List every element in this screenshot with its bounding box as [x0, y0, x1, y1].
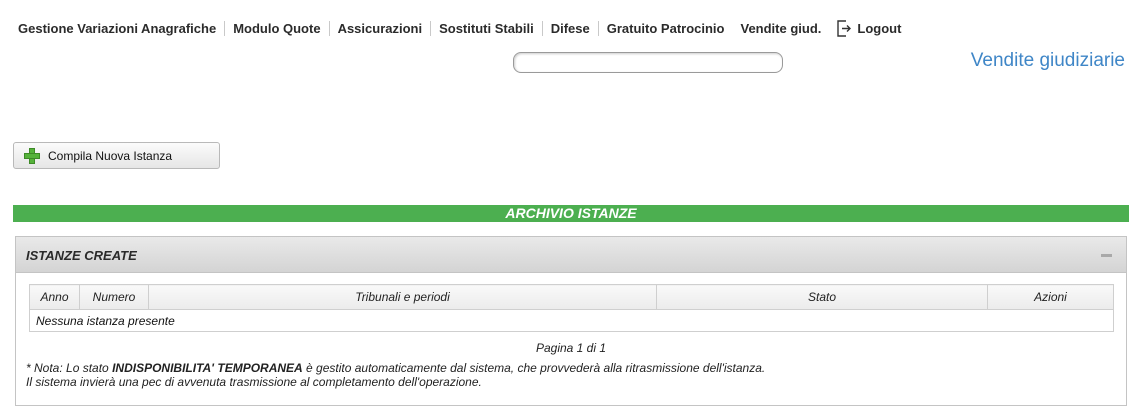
pagination-info: Pagina 1 di 1: [535, 341, 607, 355]
nav-modulo-quote[interactable]: Modulo Quote: [225, 21, 328, 36]
plus-icon: [24, 147, 40, 164]
column-header-azioni: Azioni: [987, 284, 1114, 310]
nav-difese[interactable]: Difese: [543, 21, 598, 36]
column-header-anno[interactable]: Anno: [29, 284, 80, 310]
istanze-create-panel: ISTANZE CREATE Anno Numero Tribunali e p…: [15, 236, 1127, 406]
note-emphasis: INDISPONIBILITA' TEMPORANEA: [112, 361, 303, 375]
status-note: * Nota: Lo stato INDISPONIBILITA' TEMPOR…: [26, 361, 765, 389]
column-header-stato[interactable]: Stato: [656, 284, 988, 310]
note-suffix: è gestito automaticamente dal sistema, c…: [302, 361, 766, 375]
table-header-row: Anno Numero Tribunali e periodi Stato Az…: [29, 284, 1114, 310]
empty-message: Nessuna istanza presente: [29, 309, 1114, 332]
note-line-1: * Nota: Lo stato INDISPONIBILITA' TEMPOR…: [26, 361, 765, 375]
note-prefix: * Nota: Lo stato: [26, 361, 113, 375]
column-header-tribunali[interactable]: Tribunali e periodi: [148, 284, 657, 310]
search-box[interactable]: [513, 52, 783, 73]
logout-link[interactable]: Logout: [829, 19, 902, 37]
top-navigation: Gestione Variazioni Anagrafiche Modulo Q…: [18, 14, 901, 42]
panel-title: ISTANZE CREATE: [26, 248, 137, 263]
nav-vendite-giud[interactable]: Vendite giud.: [732, 21, 829, 36]
collapse-icon[interactable]: [1101, 254, 1112, 257]
compila-nuova-istanza-button[interactable]: Compila Nuova Istanza: [13, 142, 220, 169]
table-row: Nessuna istanza presente: [29, 309, 1114, 332]
nav-assicurazioni[interactable]: Assicurazioni: [330, 21, 431, 36]
note-line-2: Il sistema invierà una pec di avvenuta t…: [26, 375, 482, 389]
search-input[interactable]: [522, 53, 776, 72]
column-header-numero[interactable]: Numero: [79, 284, 149, 310]
page-title: Vendite giudiziarie: [970, 50, 1125, 71]
archivio-istanze-bar: ARCHIVIO ISTANZE: [13, 205, 1129, 222]
logout-icon: [837, 19, 852, 37]
compila-nuova-istanza-label: Compila Nuova Istanza: [48, 148, 173, 163]
logout-label: Logout: [857, 20, 902, 36]
istanze-table: Anno Numero Tribunali e periodi Stato Az…: [29, 284, 1114, 332]
nav-gratuito-patrocinio[interactable]: Gratuito Patrocinio: [599, 21, 733, 36]
nav-gestione-variazioni-anagrafiche[interactable]: Gestione Variazioni Anagrafiche: [18, 21, 224, 36]
nav-sostituti-stabili[interactable]: Sostituti Stabili: [431, 21, 542, 36]
panel-header: ISTANZE CREATE: [16, 237, 1126, 273]
